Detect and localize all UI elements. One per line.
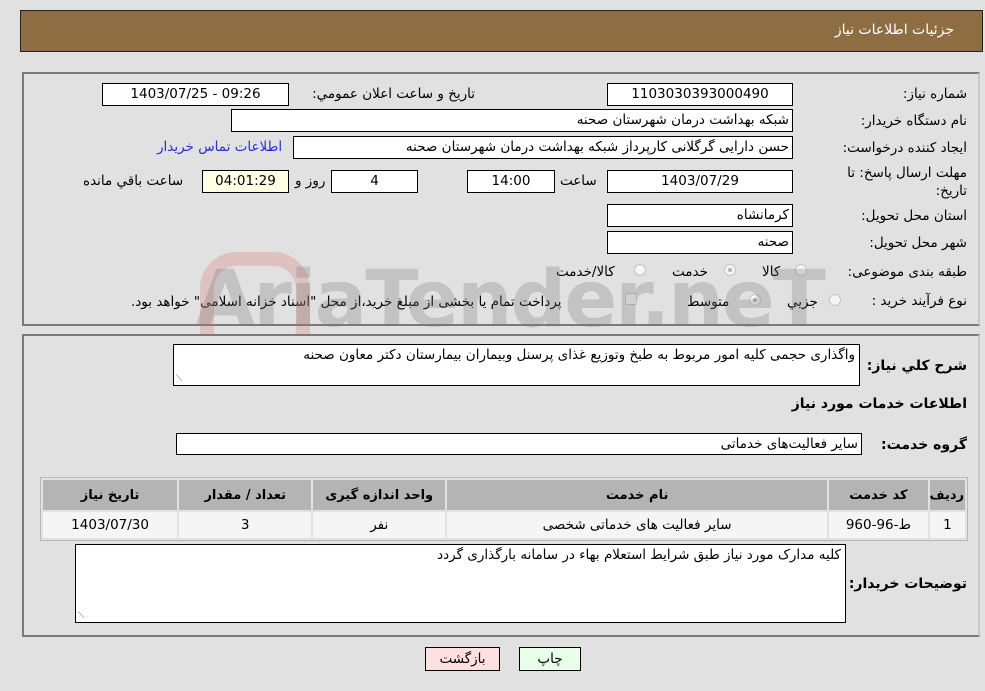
- page-header: جزئیات اطلاعات نیاز: [20, 10, 983, 52]
- time-label: ساعت: [560, 173, 597, 189]
- remaining-time-field[interactable]: 04:01:29: [202, 170, 289, 193]
- category-radio-goods[interactable]: [795, 264, 807, 276]
- description-label: شرح کلي نياز:: [866, 358, 967, 374]
- services-section-title: اطلاعات خدمات مورد نیاز: [791, 396, 967, 412]
- process-radio-medium[interactable]: [749, 294, 761, 306]
- services-table: ردیف کد خدمت نام خدمت واحد اندازه گیری ت…: [40, 477, 968, 541]
- category-option-service: خدمت: [672, 264, 708, 280]
- treasury-checkbox[interactable]: [625, 293, 637, 305]
- process-label: نوع فرآیند خرید :: [871, 293, 967, 309]
- requester-label: ایجاد کننده درخواست:: [842, 140, 967, 156]
- need-number-field[interactable]: 1103030393000490: [607, 83, 793, 106]
- announce-datetime-field[interactable]: 1403/07/25 - 09:26: [102, 83, 289, 106]
- treasury-note: پرداخت تمام یا بخشی از مبلغ خرید،از محل …: [131, 294, 562, 310]
- process-radio-minor[interactable]: [829, 294, 841, 306]
- requester-field[interactable]: حسن دارایی گرگلانی کارپرداز شبکه بهداشت …: [293, 136, 793, 159]
- buyer-notes-label: توضیحات خریدار:: [848, 576, 967, 592]
- table-header-row: ردیف کد خدمت نام خدمت واحد اندازه گیری ت…: [43, 480, 965, 510]
- need-number-label: شماره نیاز:: [902, 86, 967, 102]
- process-option-medium: متوسط: [687, 294, 730, 310]
- description-text: واگذاری حجمی کلیه امور مربوط به طبخ وتوز…: [303, 347, 855, 363]
- resize-handle-icon[interactable]: ⟋: [78, 611, 84, 621]
- cell-service-name: سایر فعالیت های خدماتی شخصی: [447, 512, 827, 538]
- deadline-time-field[interactable]: 14:00: [467, 170, 555, 193]
- col-quantity: تعداد / مقدار: [179, 480, 312, 510]
- buyer-notes-text: کلیه مدارک مورد نیاز طبق شرایط استعلام ب…: [437, 547, 841, 563]
- buyer-org-label: نام دستگاه خريدار:: [860, 113, 967, 129]
- buyer-notes-textarea[interactable]: کلیه مدارک مورد نیاز طبق شرایط استعلام ب…: [75, 544, 846, 623]
- deadline-label: مهلت ارسال پاسخ: تا تاریخ:: [847, 165, 967, 199]
- city-field[interactable]: صحنه: [607, 231, 793, 254]
- buyer-contact-link[interactable]: اطلاعات تماس خریدار: [157, 139, 282, 155]
- category-radio-goods-service[interactable]: [634, 264, 646, 276]
- back-button[interactable]: بازگشت: [425, 647, 500, 671]
- print-button[interactable]: چاپ: [519, 647, 581, 671]
- cell-unit: نفر: [313, 512, 446, 538]
- col-row-number: ردیف: [929, 480, 965, 510]
- remaining-label: ساعت باقي مانده: [83, 173, 184, 189]
- cell-need-date: 1403/07/30: [43, 512, 178, 538]
- announce-label: تاریخ و ساعت اعلان عمومي:: [312, 86, 475, 102]
- province-label: استان محل تحویل:: [861, 208, 967, 224]
- cell-service-code: ط-96-960: [828, 512, 928, 538]
- col-service-name: نام خدمت: [447, 480, 827, 510]
- category-label: طبقه بندی موضوعی:: [847, 264, 967, 280]
- process-option-minor: جزيي: [787, 294, 818, 310]
- days-label: روز و: [295, 173, 326, 189]
- col-service-code: کد خدمت: [828, 480, 928, 510]
- description-textarea[interactable]: واگذاری حجمی کلیه امور مربوط به طبخ وتوز…: [173, 344, 860, 386]
- table-row: 1 ط-96-960 سایر فعالیت های خدماتی شخصی ن…: [43, 512, 965, 538]
- service-group-label: گروه خدمت:: [881, 437, 967, 453]
- buyer-org-field[interactable]: شبکه بهداشت درمان شهرستان صحنه: [231, 109, 793, 132]
- days-field[interactable]: 4: [331, 170, 418, 193]
- province-field[interactable]: کرمانشاه: [607, 204, 793, 227]
- category-option-goods: کالا: [762, 264, 781, 280]
- city-label: شهر محل تحویل:: [869, 235, 967, 251]
- category-option-goods-service: کالا/خدمت: [556, 264, 615, 280]
- resize-handle-icon[interactable]: ⟋: [176, 374, 182, 384]
- col-need-date: تاریخ نیاز: [43, 480, 178, 510]
- cell-quantity: 3: [179, 512, 312, 538]
- service-group-field[interactable]: سایر فعالیت‌های خدماتی: [176, 433, 862, 455]
- category-radio-service[interactable]: [724, 264, 736, 276]
- cell-row-number: 1: [929, 512, 965, 538]
- deadline-date-field[interactable]: 1403/07/29: [607, 170, 793, 193]
- col-unit: واحد اندازه گیری: [313, 480, 446, 510]
- page-title: جزئیات اطلاعات نیاز: [834, 22, 954, 38]
